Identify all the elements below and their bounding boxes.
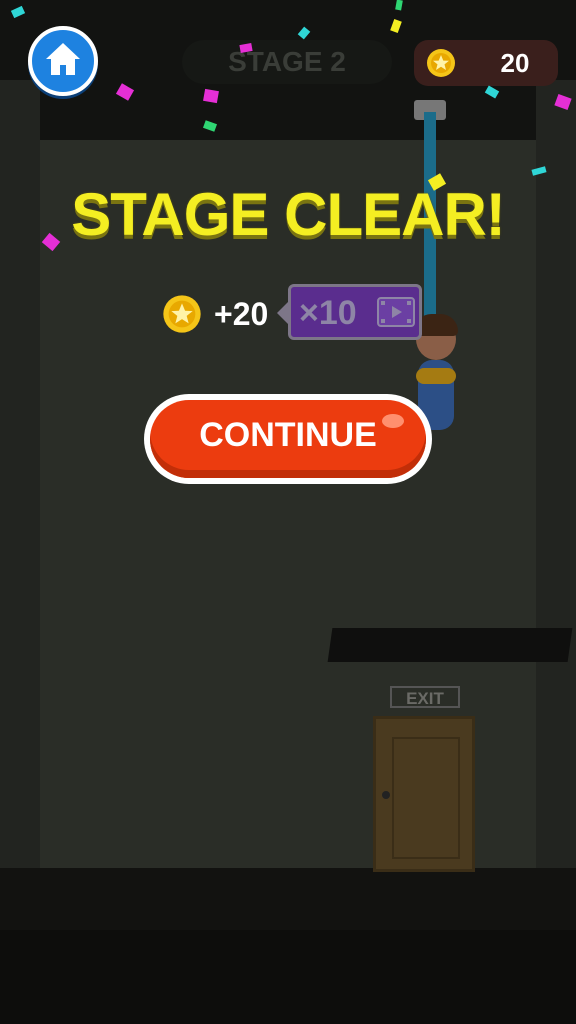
- reward-row: +20 ×10: [160, 284, 430, 344]
- multiply-reward-button[interactable]: ×10: [277, 284, 422, 340]
- stage-clear-overlay: STAGE CLEAR! +20 ×10 CONTINUE: [0, 0, 576, 1024]
- confetti-piece: [203, 88, 219, 104]
- stage-clear-title: STAGE CLEAR!: [71, 181, 506, 248]
- video-play-icon: [377, 297, 415, 327]
- continue-label: CONTINUE: [199, 416, 377, 454]
- coin-icon: [163, 295, 201, 333]
- continue-button[interactable]: CONTINUE: [144, 394, 432, 484]
- multiplier-label: ×10: [299, 294, 357, 332]
- reward-amount: +20: [214, 296, 269, 332]
- continue-button-face: CONTINUE: [150, 400, 426, 478]
